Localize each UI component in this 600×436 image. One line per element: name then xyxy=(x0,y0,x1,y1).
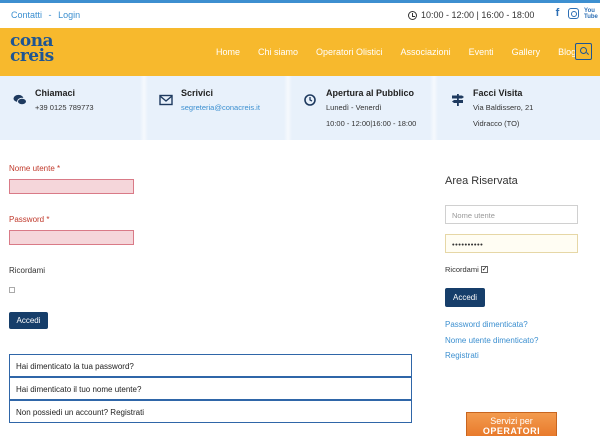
logo[interactable]: cona creis xyxy=(10,33,72,70)
password-label: Password * xyxy=(9,215,50,224)
divider xyxy=(140,76,148,140)
remember-label: Ricordami xyxy=(9,266,46,275)
nav-chi-siamo[interactable]: Chi siamo xyxy=(258,47,298,57)
social-links: f You Tube xyxy=(552,8,598,21)
search-button[interactable] xyxy=(575,43,592,60)
contatti-link[interactable]: Contatti xyxy=(11,10,42,20)
opening-hours: 10:00 - 12:00 | 16:00 - 18:00 xyxy=(408,10,534,20)
remember-checkbox[interactable] xyxy=(9,287,15,293)
forgot-password-link[interactable]: Hai dimenticato la tua password? xyxy=(9,354,412,377)
sidebar-username-input[interactable]: Nome utente xyxy=(445,205,578,224)
clock-icon xyxy=(304,94,316,106)
sidebar-register-link[interactable]: Registrati xyxy=(445,351,479,360)
sidebar-forgot-username-link[interactable]: Nome utente dimenticato? xyxy=(445,336,538,345)
info-strip: Chiamaci +39 0125 789773 Scrivici segret… xyxy=(0,76,600,140)
signpost-icon xyxy=(452,94,464,106)
sidebar-forgot-password-link[interactable]: Password dimenticata? xyxy=(445,320,528,329)
phone-number[interactable]: +39 0125 789773 xyxy=(35,103,94,112)
envelope-icon xyxy=(159,94,173,106)
instagram-icon[interactable] xyxy=(568,8,579,19)
email-link[interactable]: segreteria@conacreis.it xyxy=(181,103,260,112)
sidebar-password-input[interactable]: •••••••••• xyxy=(445,234,578,253)
sidebar-remember-label: Ricordami xyxy=(445,265,479,274)
register-link[interactable]: Non possiedi un account? Registrati xyxy=(9,400,412,423)
youtube-icon[interactable]: You Tube xyxy=(584,8,598,20)
sidebar-title: Area Riservata xyxy=(445,175,518,187)
login-link[interactable]: Login xyxy=(58,10,80,20)
nav-associazioni[interactable]: Associazioni xyxy=(401,47,451,57)
nav-operatori-olistici[interactable]: Operatori Olistici xyxy=(316,47,383,57)
forgot-username-link[interactable]: Hai dimenticato il tuo nome utente? xyxy=(9,377,412,400)
site-header: cona creis Home Chi siamo Operatori Olis… xyxy=(0,28,600,76)
top-links: Contatti - Login xyxy=(11,10,81,20)
sidebar-login-button[interactable]: Accedi xyxy=(445,288,485,307)
clock-icon xyxy=(408,10,417,20)
main-nav: Home Chi siamo Operatori Olistici Associ… xyxy=(216,47,594,57)
divider xyxy=(284,76,292,140)
nav-gallery[interactable]: Gallery xyxy=(512,47,541,57)
divider xyxy=(430,76,438,140)
nav-home[interactable]: Home xyxy=(216,47,240,57)
nav-blog[interactable]: Blog xyxy=(558,47,576,57)
servizi-operatori-banner[interactable]: Servizi per OPERATORI xyxy=(466,412,557,436)
sidebar-remember: Ricordami ✓ xyxy=(445,265,488,274)
sidebar-remember-checkbox[interactable]: ✓ xyxy=(480,266,488,273)
username-field[interactable] xyxy=(9,179,134,194)
hours-text: 10:00 - 12:00 | 16:00 - 18:00 xyxy=(421,10,535,20)
nav-eventi[interactable]: Eventi xyxy=(469,47,494,57)
facebook-icon[interactable]: f xyxy=(552,8,563,19)
password-field[interactable] xyxy=(9,230,134,245)
top-bar: Contatti - Login 10:00 - 12:00 | 16:00 -… xyxy=(0,0,600,28)
username-label: Nome utente * xyxy=(9,164,61,173)
chat-icon xyxy=(13,94,27,106)
login-button[interactable]: Accedi xyxy=(9,312,48,329)
